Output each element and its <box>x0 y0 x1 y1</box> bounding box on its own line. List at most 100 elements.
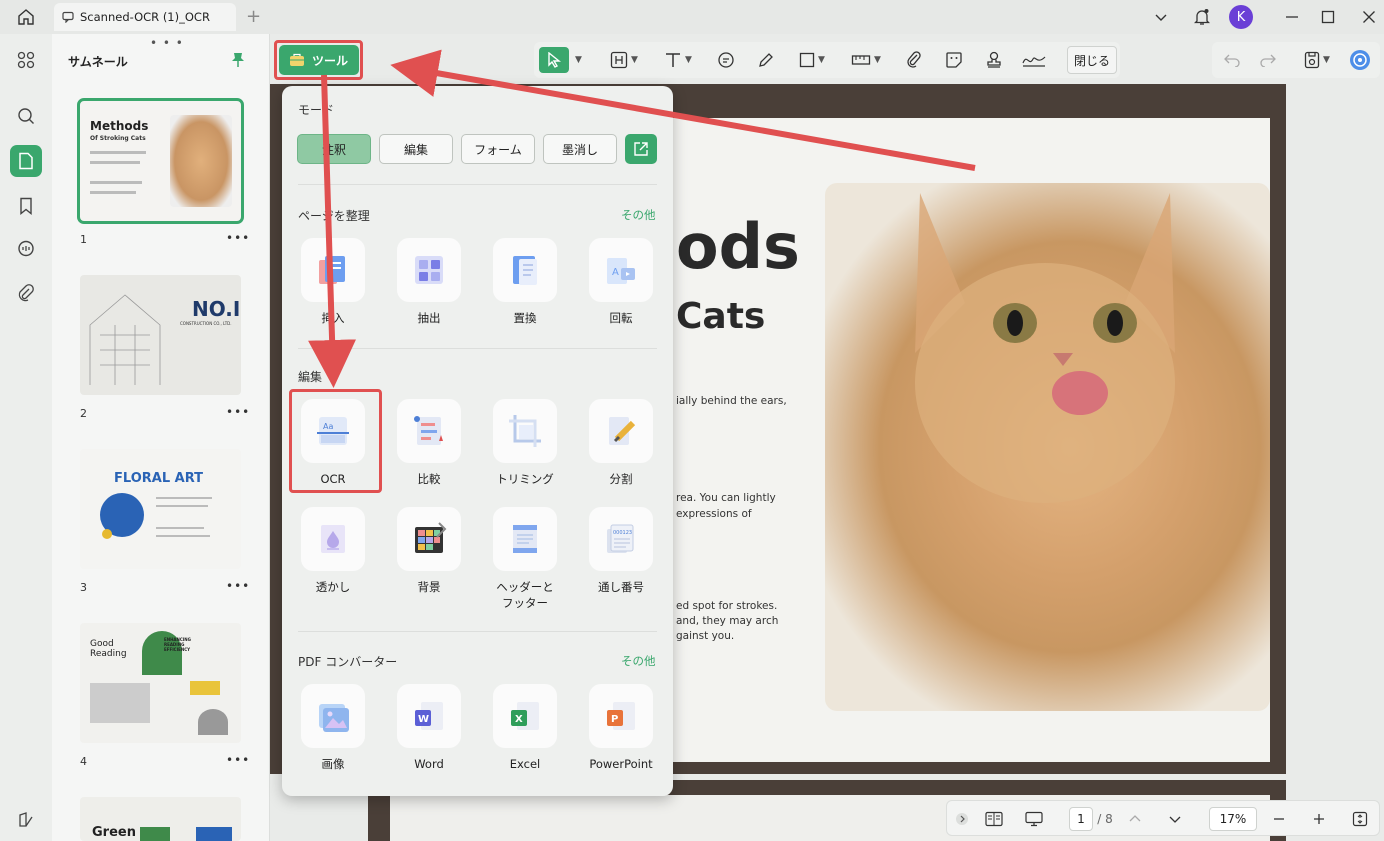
svg-text:P: P <box>611 714 618 725</box>
page-thumbnail-5[interactable]: Green <box>80 797 241 841</box>
collapse-nav-icon[interactable] <box>953 807 971 831</box>
signature-icon[interactable] <box>1018 47 1050 73</box>
thumbnail-page-icon[interactable] <box>10 145 42 177</box>
thumb-3-title: FLORAL ART <box>114 471 203 486</box>
zoom-level[interactable]: 17% <box>1209 807 1257 831</box>
next-page-icon[interactable] <box>1165 807 1185 831</box>
organize-more-link[interactable]: その他 <box>621 207 656 223</box>
add-tab-icon[interactable]: + <box>246 6 261 27</box>
thumb-4-image-grid <box>90 683 150 723</box>
maximize-icon[interactable] <box>1313 4 1343 30</box>
tile-background[interactable]: 背景 <box>381 507 477 595</box>
thumb-1-number: 1 <box>80 233 87 246</box>
word-icon: W <box>397 684 461 748</box>
thumb-1-text-line <box>90 151 146 154</box>
sticker-icon[interactable] <box>940 47 968 73</box>
tile-to-powerpoint-label: PowerPoint <box>589 757 653 771</box>
mode-annotate-button[interactable]: 注釈 <box>297 134 371 164</box>
highlight-tool-icon[interactable]: ▼ <box>604 47 644 73</box>
presentation-icon[interactable] <box>1021 807 1047 831</box>
select-cursor-icon[interactable] <box>539 47 569 73</box>
save-icon[interactable]: ▼ <box>1296 47 1338 73</box>
thumb-2-more-icon[interactable]: ••• <box>226 405 250 419</box>
home-icon[interactable] <box>10 5 42 29</box>
mode-section-label: モード <box>298 103 335 117</box>
tile-crop[interactable]: トリミング <box>477 399 573 487</box>
close-window-icon[interactable] <box>1354 4 1384 30</box>
search-icon[interactable] <box>10 100 42 132</box>
compare-icon <box>397 399 461 463</box>
pin-icon[interactable] <box>231 52 245 71</box>
redo-icon[interactable] <box>1254 47 1282 73</box>
thumb-2-house-sketch <box>89 294 161 385</box>
previous-page-icon[interactable] <box>1125 807 1145 831</box>
tile-bates-number[interactable]: 000123 通し番号 <box>573 507 669 595</box>
tile-compare[interactable]: 比較 <box>381 399 477 487</box>
bookmark-icon[interactable] <box>10 190 42 222</box>
tile-crop-label: トリミング <box>496 472 554 486</box>
tile-split[interactable]: 分割 <box>573 399 669 487</box>
tile-header-footer[interactable]: ヘッダーと フッター <box>477 507 573 611</box>
thumb-1-more-icon[interactable]: ••• <box>226 231 250 245</box>
tile-to-excel[interactable]: X Excel <box>477 684 573 772</box>
rotate-page-icon: A <box>589 238 653 302</box>
measure-tool-icon[interactable]: ▼ <box>844 47 888 73</box>
notification-bell-icon[interactable] <box>1187 4 1217 30</box>
watermark-icon <box>301 507 365 571</box>
left-rail <box>0 34 52 841</box>
mode-form-button[interactable]: フォーム <box>461 134 535 164</box>
converter-more-link[interactable]: その他 <box>621 653 656 669</box>
thumb-1-text-line <box>90 191 136 194</box>
chevron-down-icon[interactable] <box>1146 4 1176 30</box>
thumb-3-number: 3 <box>80 581 87 594</box>
thumb-4-more-icon[interactable]: ••• <box>226 753 250 767</box>
replace-page-icon <box>493 238 557 302</box>
tile-to-word[interactable]: W Word <box>381 684 477 772</box>
tile-extract[interactable]: 抽出 <box>381 238 477 326</box>
page-thumbnail-2[interactable]: NO.I CONSTRUCTION CO., LTD. <box>80 275 241 395</box>
text-tool-icon[interactable]: ▼ <box>658 47 698 73</box>
thumb-3-text-line <box>156 497 212 499</box>
page-number-input[interactable]: 1 <box>1069 807 1093 831</box>
chevron-down-icon[interactable]: ▼ <box>570 47 584 73</box>
comment-tool-icon[interactable] <box>712 47 740 73</box>
page-layout-icon[interactable] <box>981 807 1007 831</box>
tile-replace[interactable]: 置換 <box>477 238 573 326</box>
tile-to-powerpoint[interactable]: P PowerPoint <box>573 684 669 772</box>
thumb-3-more-icon[interactable]: ••• <box>226 579 250 593</box>
drag-handle-icon[interactable]: • • • <box>150 36 184 50</box>
page-total: / 8 <box>1097 812 1113 826</box>
apps-grid-icon[interactable] <box>10 44 42 76</box>
pen-tool-icon[interactable] <box>752 47 780 73</box>
undo-icon[interactable] <box>1218 47 1246 73</box>
mode-edit-button[interactable]: 編集 <box>379 134 453 164</box>
thumb-1-text-line <box>90 161 140 164</box>
zoom-in-icon[interactable] <box>1309 807 1329 831</box>
close-edit-button[interactable]: 閉じる <box>1067 46 1117 74</box>
tile-watermark[interactable]: 透かし <box>285 507 381 595</box>
doc-heading-1: ods <box>676 210 800 283</box>
fit-page-icon[interactable] <box>1349 807 1371 831</box>
avatar[interactable]: K <box>1229 5 1253 29</box>
attachment-icon[interactable] <box>900 47 928 73</box>
sidebar-toggle-icon[interactable] <box>10 804 42 836</box>
tile-to-image-label: 画像 <box>321 757 345 771</box>
tile-compare-label: 比較 <box>417 472 441 486</box>
tile-rotate[interactable]: A 回転 <box>573 238 669 326</box>
mode-redact-button[interactable]: 墨消し <box>543 134 617 164</box>
ai-assistant-icon[interactable] <box>1346 47 1374 73</box>
shape-tool-icon[interactable]: ▼ <box>790 47 834 73</box>
attachment-icon[interactable] <box>10 277 42 309</box>
document-tab[interactable]: Scanned-OCR (1)_OCR <box>54 3 236 31</box>
thumb-5-green-block <box>140 827 170 841</box>
page-thumbnail-1[interactable]: Methods Of Stroking Cats <box>77 98 244 224</box>
minimize-icon[interactable] <box>1277 4 1307 30</box>
open-external-icon[interactable] <box>625 134 657 164</box>
stamp-icon[interactable] <box>980 47 1008 73</box>
zoom-out-icon[interactable] <box>1269 807 1289 831</box>
page-thumbnail-4[interactable]: Good Reading ENHANCING READING EFFICIENC… <box>80 623 241 743</box>
tile-insert[interactable]: 挿入 <box>285 238 381 326</box>
comments-icon[interactable] <box>10 233 42 265</box>
page-thumbnail-3[interactable]: FLORAL ART <box>80 449 241 569</box>
tile-to-image[interactable]: 画像 <box>285 684 381 772</box>
